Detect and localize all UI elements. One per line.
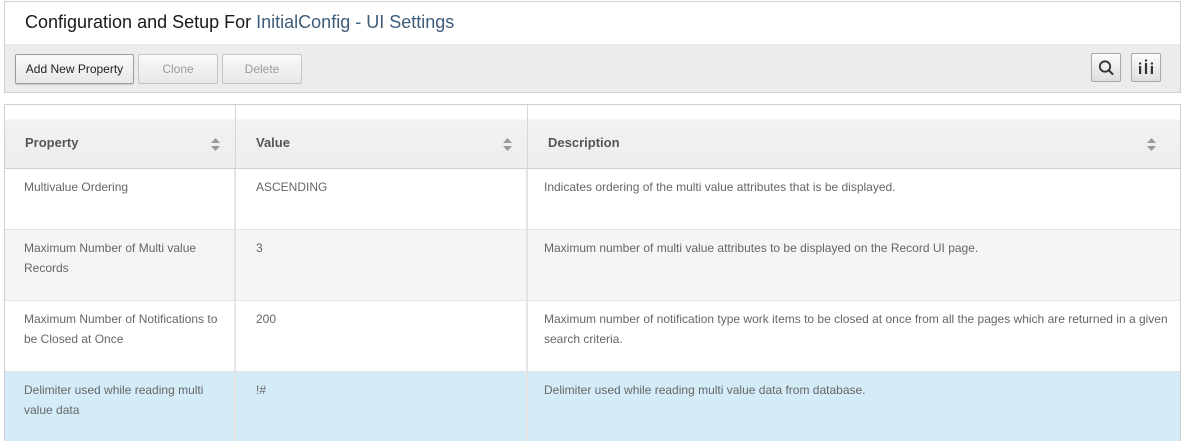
- config-panel: Configuration and Setup For InitialConfi…: [4, 1, 1181, 93]
- property-cell: Maximum Number of Notifications to be Cl…: [5, 301, 236, 371]
- table-row[interactable]: Maximum Number of Notifications to be Cl…: [5, 301, 1180, 372]
- sort-icon[interactable]: [211, 138, 220, 151]
- sort-icon[interactable]: [503, 138, 512, 151]
- description-cell: Indicates ordering of the multi value at…: [544, 180, 896, 194]
- clone-button[interactable]: Clone: [138, 54, 218, 84]
- column-label: Property: [25, 135, 79, 150]
- add-new-property-button[interactable]: Add New Property: [15, 54, 134, 84]
- title-context: InitialConfig - UI Settings: [256, 12, 455, 32]
- table-row-selected[interactable]: Delimiter used while reading multi value…: [5, 372, 1180, 441]
- toolbar: Add New Property Clone Delete: [5, 44, 1180, 92]
- column-header-property[interactable]: Property: [5, 105, 236, 168]
- value-cell: !#: [236, 372, 528, 441]
- column-label: Description: [548, 135, 620, 150]
- description-cell: Maximum number of notification type work…: [544, 312, 1168, 346]
- property-cell: Maximum Number of Multi value Records: [5, 230, 236, 300]
- search-button[interactable]: [1091, 53, 1121, 82]
- delete-button[interactable]: Delete: [222, 54, 302, 84]
- description-cell: Maximum number of multi value attributes…: [544, 241, 979, 255]
- column-header-value[interactable]: Value: [236, 105, 528, 168]
- columns-icon: [1139, 59, 1153, 74]
- search-icon: [1098, 60, 1114, 75]
- column-header-description[interactable]: Description: [528, 105, 1180, 168]
- title-prefix: Configuration and Setup For: [25, 12, 257, 32]
- properties-table: Property Value Description Multivalue Or…: [4, 104, 1181, 441]
- property-cell: Delimiter used while reading multi value…: [5, 372, 236, 441]
- value-cell: 200: [236, 301, 528, 371]
- columns-button[interactable]: [1131, 53, 1161, 82]
- table-row[interactable]: Maximum Number of Multi value Records 3 …: [5, 230, 1180, 301]
- value-cell: ASCENDING: [236, 169, 528, 229]
- description-cell: Delimiter used while reading multi value…: [544, 383, 866, 397]
- sort-icon[interactable]: [1147, 138, 1156, 151]
- value-cell: 3: [236, 230, 528, 300]
- page-title: Configuration and Setup For InitialConfi…: [5, 2, 1180, 44]
- table-row[interactable]: Multivalue Ordering ASCENDING Indicates …: [5, 169, 1180, 230]
- table-header: Property Value Description: [5, 105, 1180, 169]
- property-cell: Multivalue Ordering: [5, 169, 236, 229]
- column-label: Value: [256, 135, 290, 150]
